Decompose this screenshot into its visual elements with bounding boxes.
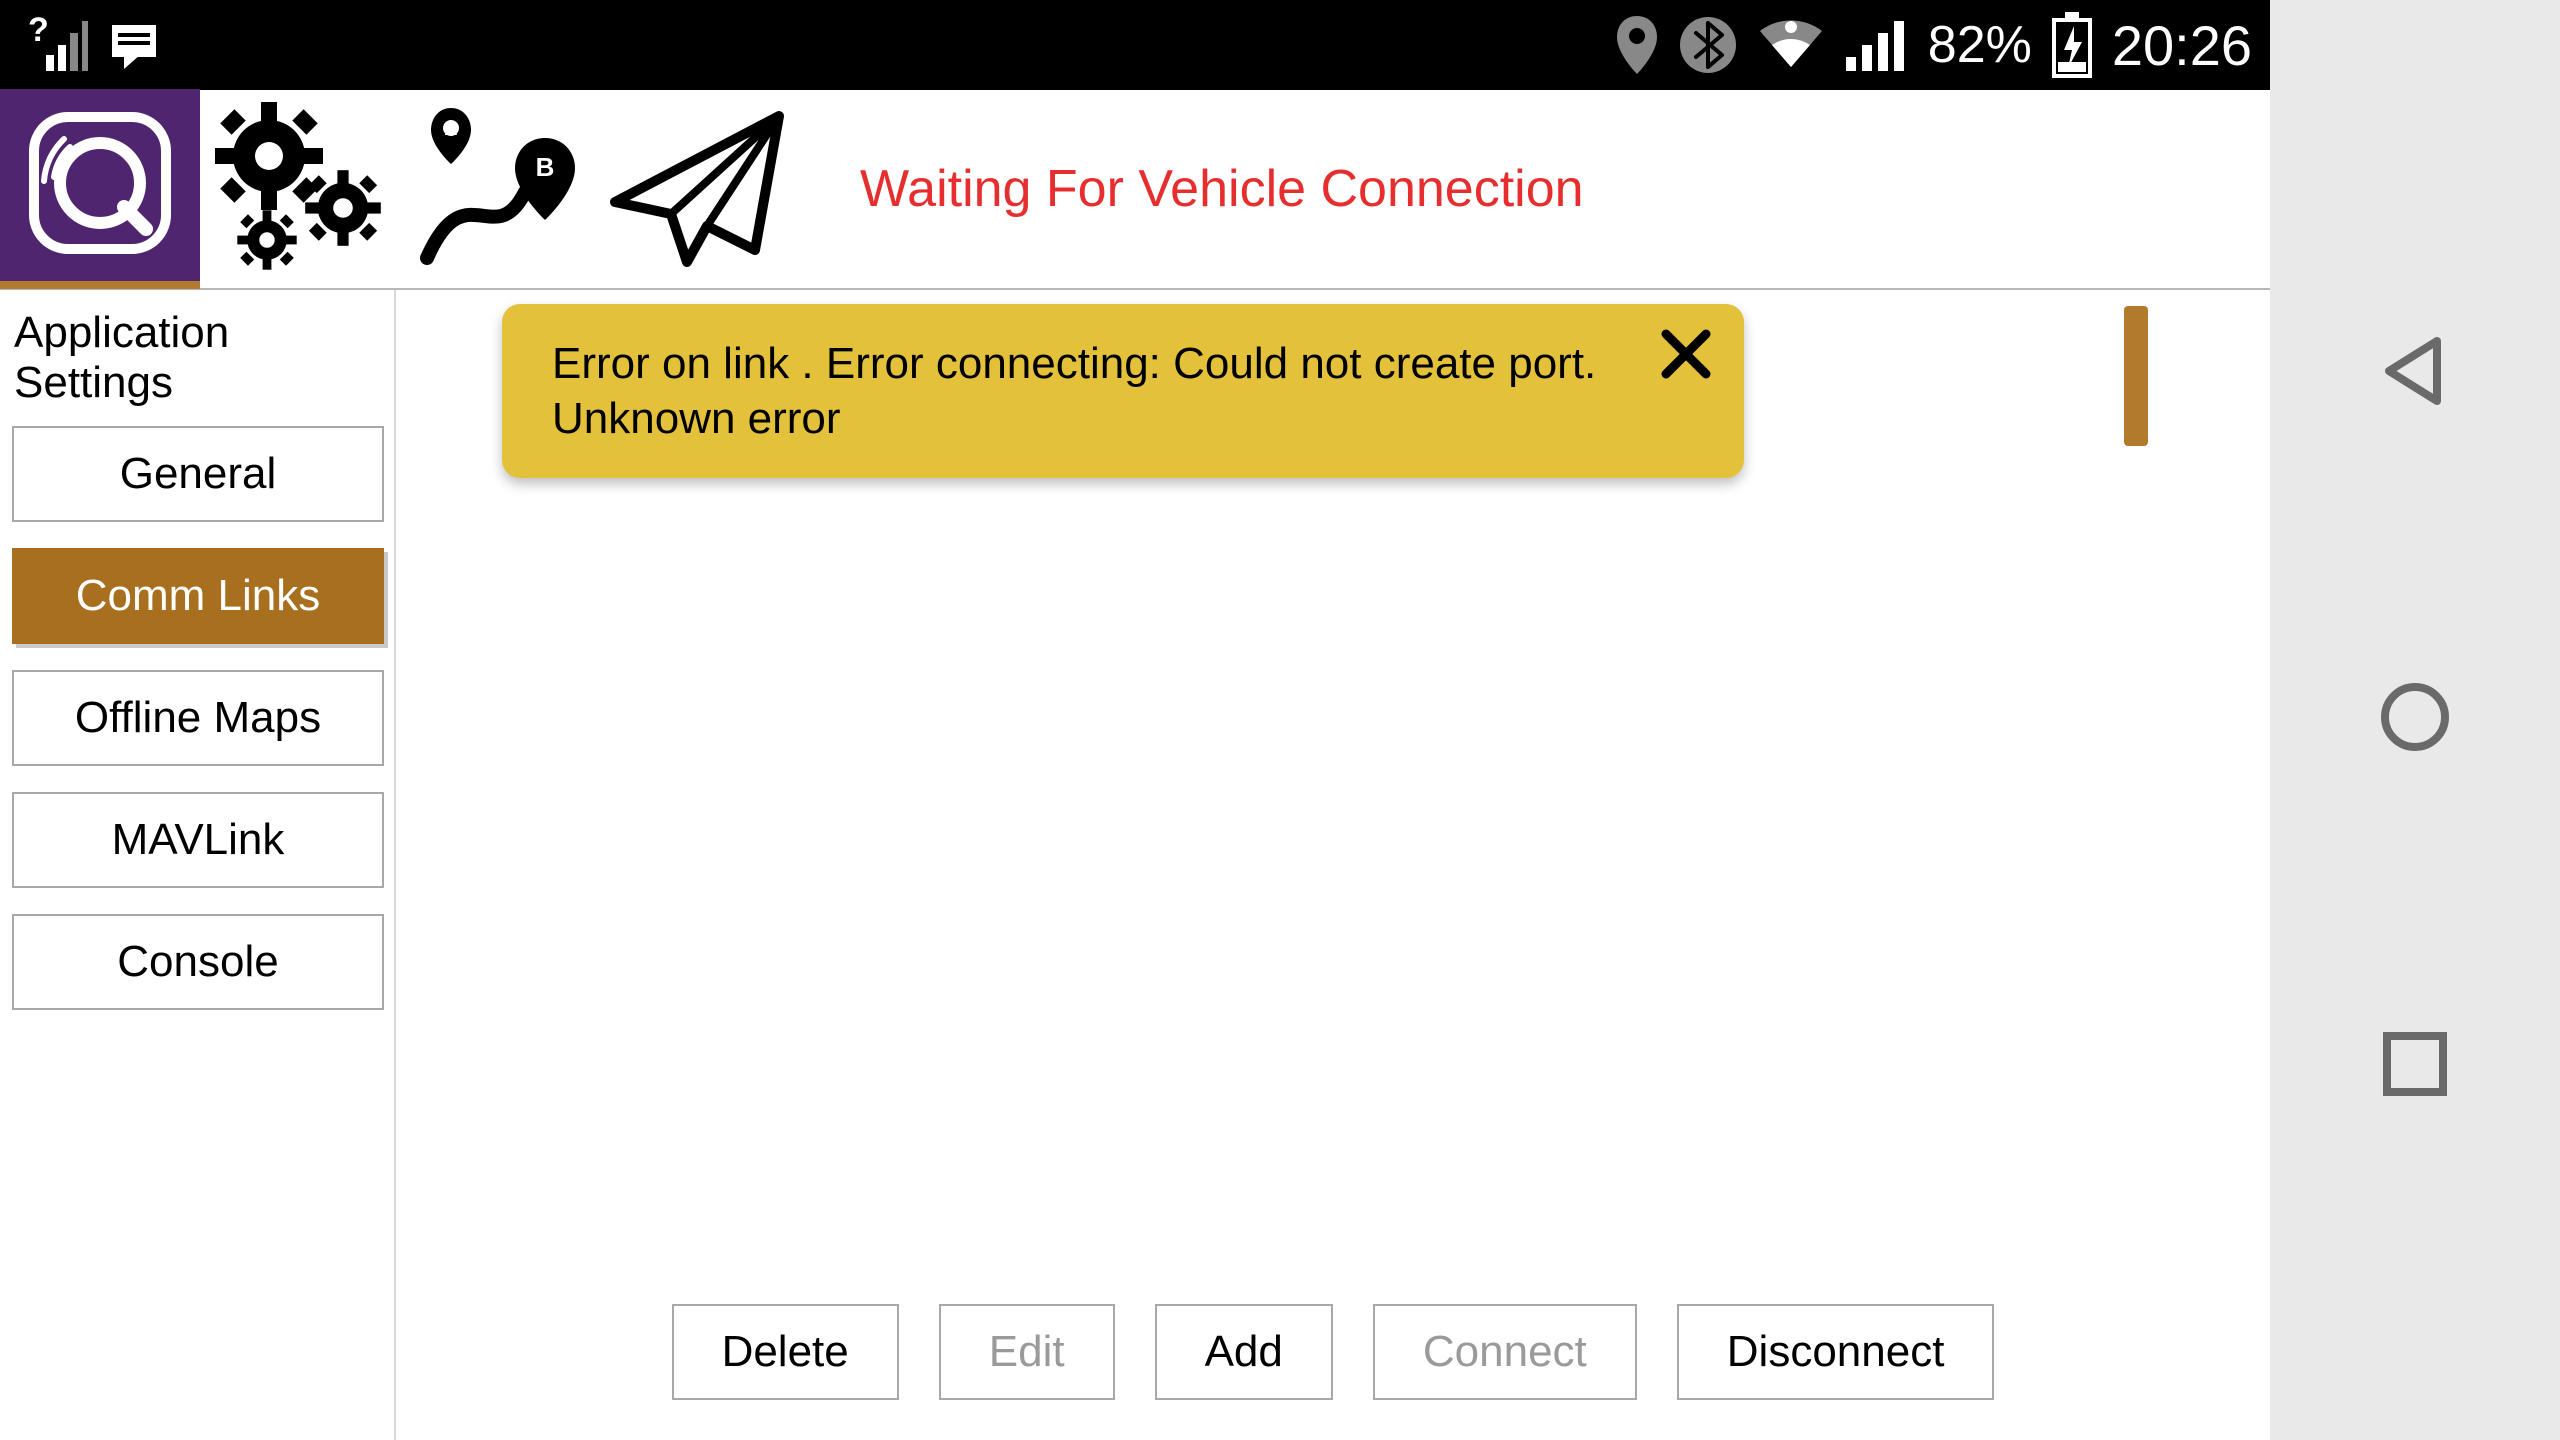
plan-button[interactable]: A B bbox=[400, 89, 600, 289]
sidebar-item-label: Console bbox=[117, 937, 278, 987]
home-circle-icon bbox=[2375, 677, 2455, 762]
clock-label: 20:26 bbox=[2112, 13, 2252, 78]
comm-link-entry[interactable] bbox=[2124, 306, 2148, 446]
sidebar-item-mavlink[interactable]: MAVLink bbox=[12, 792, 384, 888]
nav-home-button[interactable] bbox=[2365, 670, 2465, 770]
sidebar-item-console[interactable]: Console bbox=[12, 914, 384, 1010]
qgc-logo-icon bbox=[20, 103, 180, 268]
recent-square-icon bbox=[2375, 1024, 2455, 1109]
sidebar-item-offline-maps[interactable]: Offline Maps bbox=[12, 670, 384, 766]
nav-recent-button[interactable] bbox=[2365, 1017, 2465, 1117]
svg-text:A: A bbox=[445, 119, 458, 139]
settings-sidebar: Application Settings General Comm Links … bbox=[0, 290, 396, 1440]
alert-close-button[interactable] bbox=[1658, 326, 1714, 387]
action-button-row: Delete Edit Add Connect Disconnect bbox=[396, 1304, 2270, 1400]
android-nav-bar bbox=[2270, 0, 2560, 1440]
bluetooth-icon bbox=[1678, 15, 1738, 75]
sidebar-item-label: Comm Links bbox=[76, 571, 321, 621]
waypoints-icon: A B bbox=[405, 102, 595, 277]
wifi-icon bbox=[1756, 17, 1826, 73]
battery-percent-label: 82% bbox=[1928, 15, 2032, 75]
connect-button[interactable]: Connect bbox=[1373, 1304, 1637, 1400]
close-icon bbox=[1658, 369, 1714, 386]
battery-charging-icon bbox=[2050, 12, 2094, 78]
button-label: Disconnect bbox=[1727, 1327, 1945, 1377]
connection-status-label: Waiting For Vehicle Connection bbox=[860, 159, 1584, 219]
delete-button[interactable]: Delete bbox=[672, 1304, 899, 1400]
android-status-bar: ? bbox=[0, 0, 2270, 90]
app-toolbar: A B Waiting For Vehicle Connection bbox=[0, 90, 2270, 290]
chat-notification-icon bbox=[106, 17, 162, 73]
sidebar-item-general[interactable]: General bbox=[12, 426, 384, 522]
nav-back-button[interactable] bbox=[2365, 323, 2465, 423]
disconnect-button[interactable]: Disconnect bbox=[1677, 1304, 1995, 1400]
paper-plane-icon bbox=[605, 102, 795, 277]
svg-text:?: ? bbox=[28, 15, 49, 49]
button-label: Connect bbox=[1423, 1327, 1587, 1377]
fly-button[interactable] bbox=[600, 89, 800, 289]
error-alert: Error on link . Error connecting: Could … bbox=[502, 304, 1744, 478]
setup-button[interactable] bbox=[200, 89, 400, 289]
button-label: Edit bbox=[989, 1327, 1065, 1377]
sidebar-item-label: MAVLink bbox=[112, 815, 285, 865]
edit-button[interactable]: Edit bbox=[939, 1304, 1115, 1400]
svg-text:B: B bbox=[536, 152, 555, 182]
sidebar-item-label: Offline Maps bbox=[75, 693, 321, 743]
error-alert-message: Error on link . Error connecting: Could … bbox=[552, 336, 1614, 446]
app-logo-button[interactable] bbox=[0, 89, 200, 289]
button-label: Delete bbox=[722, 1327, 849, 1377]
unknown-signal-icon: ? bbox=[18, 15, 88, 75]
button-label: Add bbox=[1205, 1327, 1283, 1377]
cell-signal-icon bbox=[1844, 17, 1910, 73]
add-button[interactable]: Add bbox=[1155, 1304, 1333, 1400]
sidebar-title: Application Settings bbox=[14, 308, 382, 408]
sidebar-item-label: General bbox=[120, 449, 277, 499]
back-triangle-icon bbox=[2375, 331, 2455, 416]
location-icon bbox=[1614, 14, 1660, 76]
gears-icon bbox=[205, 102, 395, 277]
sidebar-item-comm-links[interactable]: Comm Links bbox=[12, 548, 384, 644]
content-area: Error on link . Error connecting: Could … bbox=[396, 290, 2270, 1440]
